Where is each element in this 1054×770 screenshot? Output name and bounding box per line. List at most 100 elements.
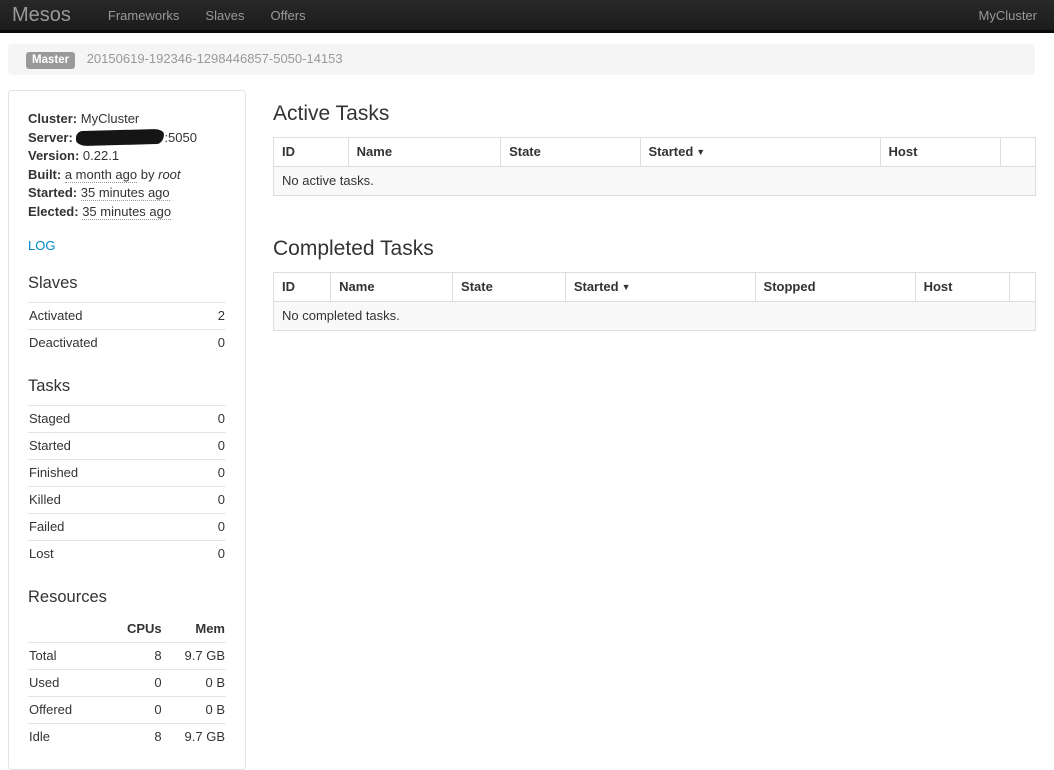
built-user: root <box>158 167 180 182</box>
nav-link-offers[interactable]: Offers <box>257 8 318 23</box>
completed-tasks-empty-message: No completed tasks. <box>274 302 1036 331</box>
resource-label: Idle <box>28 724 115 751</box>
active-tasks-title: Active Tasks <box>273 101 1036 126</box>
stat-row-finished: Finished 0 <box>28 460 226 487</box>
breadcrumb: Master 20150619-192346-1298446857-5050-1… <box>8 44 1035 75</box>
redacted-server-ip-icon <box>76 128 164 145</box>
column-header-host[interactable]: Host <box>880 138 1000 167</box>
cluster-value: MyCluster <box>81 111 140 126</box>
started-info-line: Started: 35 minutes ago <box>28 184 226 203</box>
column-header-host[interactable]: Host <box>915 273 1009 302</box>
stat-row-lost: Lost 0 <box>28 541 226 568</box>
column-header-started-label: Started <box>574 279 619 294</box>
column-header-started[interactable]: Started▼ <box>565 273 755 302</box>
server-port: :5050 <box>164 130 197 145</box>
nav-link-slaves[interactable]: Slaves <box>192 8 257 23</box>
built-relative-time: a month ago <box>65 167 137 183</box>
stat-row-started: Started 0 <box>28 433 226 460</box>
stat-label: Lost <box>28 541 196 568</box>
server-label: Server: <box>28 130 73 145</box>
stat-row-killed: Killed 0 <box>28 487 226 514</box>
resource-row-idle: Idle 8 9.7 GB <box>28 724 226 751</box>
version-value: 0.22.1 <box>83 148 119 163</box>
stat-value: 0 <box>196 541 226 568</box>
resource-row-used: Used 0 0 B <box>28 670 226 697</box>
resource-cpus: 0 <box>115 670 163 697</box>
active-tasks-table: ID Name State Started▼ Host No active ta… <box>273 137 1036 196</box>
column-header-started[interactable]: Started▼ <box>640 138 880 167</box>
slaves-stats-table: Activated 2 Deactivated 0 <box>28 302 226 356</box>
resource-mem: 9.7 GB <box>163 724 226 751</box>
stat-label: Deactivated <box>28 330 203 357</box>
stat-value: 2 <box>203 303 226 330</box>
brand-mesos[interactable]: Mesos <box>12 0 71 30</box>
nav-link-frameworks[interactable]: Frameworks <box>95 8 193 23</box>
stat-value: 0 <box>196 514 226 541</box>
completed-tasks-title: Completed Tasks <box>273 236 1036 261</box>
column-header-name[interactable]: Name <box>348 138 500 167</box>
cluster-info-line: Cluster: MyCluster <box>28 110 226 129</box>
started-relative-time: 35 minutes ago <box>81 185 170 201</box>
stat-label: Started <box>28 433 196 460</box>
stat-value: 0 <box>196 460 226 487</box>
resource-cpus: 8 <box>115 643 163 670</box>
master-badge: Master <box>26 52 75 69</box>
stat-value: 0 <box>196 487 226 514</box>
completed-tasks-header-row: ID Name State Started▼ Stopped Host <box>274 273 1036 302</box>
stat-row-failed: Failed 0 <box>28 514 226 541</box>
cluster-label: Cluster: <box>28 111 77 126</box>
slaves-section-title: Slaves <box>28 273 226 293</box>
log-link[interactable]: LOG <box>28 238 55 253</box>
column-header-started-label: Started <box>649 144 694 159</box>
column-header-state[interactable]: State <box>501 138 640 167</box>
elected-info-line: Elected: 35 minutes ago <box>28 203 226 222</box>
active-tasks-empty-message: No active tasks. <box>274 167 1036 196</box>
resource-mem: 0 B <box>163 670 226 697</box>
master-id: 20150619-192346-1298446857-5050-14153 <box>87 51 343 66</box>
sort-desc-icon: ▼ <box>696 147 705 157</box>
resources-header-row: CPUs Mem <box>28 616 226 643</box>
resource-row-offered: Offered 0 0 B <box>28 697 226 724</box>
version-label: Version: <box>28 148 79 163</box>
completed-tasks-empty-row: No completed tasks. <box>274 302 1036 331</box>
completed-tasks-table: ID Name State Started▼ Stopped Host No c… <box>273 272 1036 331</box>
stat-value: 0 <box>196 406 226 433</box>
stat-row-staged: Staged 0 <box>28 406 226 433</box>
column-header-blank <box>1010 273 1036 302</box>
active-tasks-header-row: ID Name State Started▼ Host <box>274 138 1036 167</box>
resource-label: Total <box>28 643 115 670</box>
column-header-blank <box>1000 138 1035 167</box>
resource-cpus: 8 <box>115 724 163 751</box>
top-navbar: Mesos Frameworks Slaves Offers MyCluster <box>0 0 1054 33</box>
resources-mem-header: Mem <box>163 616 226 643</box>
stat-label: Killed <box>28 487 196 514</box>
column-header-id[interactable]: ID <box>274 273 331 302</box>
elected-label: Elected: <box>28 204 79 219</box>
column-header-name[interactable]: Name <box>331 273 453 302</box>
resource-label: Used <box>28 670 115 697</box>
navbar-cluster-name: MyCluster <box>978 8 1037 23</box>
column-header-stopped[interactable]: Stopped <box>755 273 915 302</box>
resource-cpus: 0 <box>115 697 163 724</box>
sort-desc-icon: ▼ <box>622 282 631 292</box>
version-info-line: Version: 0.22.1 <box>28 147 226 166</box>
stat-value: 0 <box>196 433 226 460</box>
stat-label: Failed <box>28 514 196 541</box>
elected-relative-time: 35 minutes ago <box>82 204 171 220</box>
resources-section-title: Resources <box>28 587 226 607</box>
main-content: Active Tasks ID Name State Started▼ Host… <box>273 90 1036 331</box>
resources-cpus-header: CPUs <box>115 616 163 643</box>
stat-label: Staged <box>28 406 196 433</box>
resource-row-total: Total 8 9.7 GB <box>28 643 226 670</box>
sidebar-panel: Cluster: MyCluster Server: :5050 Version… <box>8 90 246 770</box>
built-by-text: by <box>141 167 155 182</box>
resources-blank-header <box>28 616 115 643</box>
resource-mem: 0 B <box>163 697 226 724</box>
resource-mem: 9.7 GB <box>163 643 226 670</box>
tasks-section-title: Tasks <box>28 376 226 396</box>
stat-value: 0 <box>203 330 226 357</box>
resources-table: CPUs Mem Total 8 9.7 GB Used 0 0 B Offer… <box>28 616 226 750</box>
column-header-id[interactable]: ID <box>274 138 349 167</box>
column-header-state[interactable]: State <box>453 273 566 302</box>
stat-row-deactivated: Deactivated 0 <box>28 330 226 357</box>
